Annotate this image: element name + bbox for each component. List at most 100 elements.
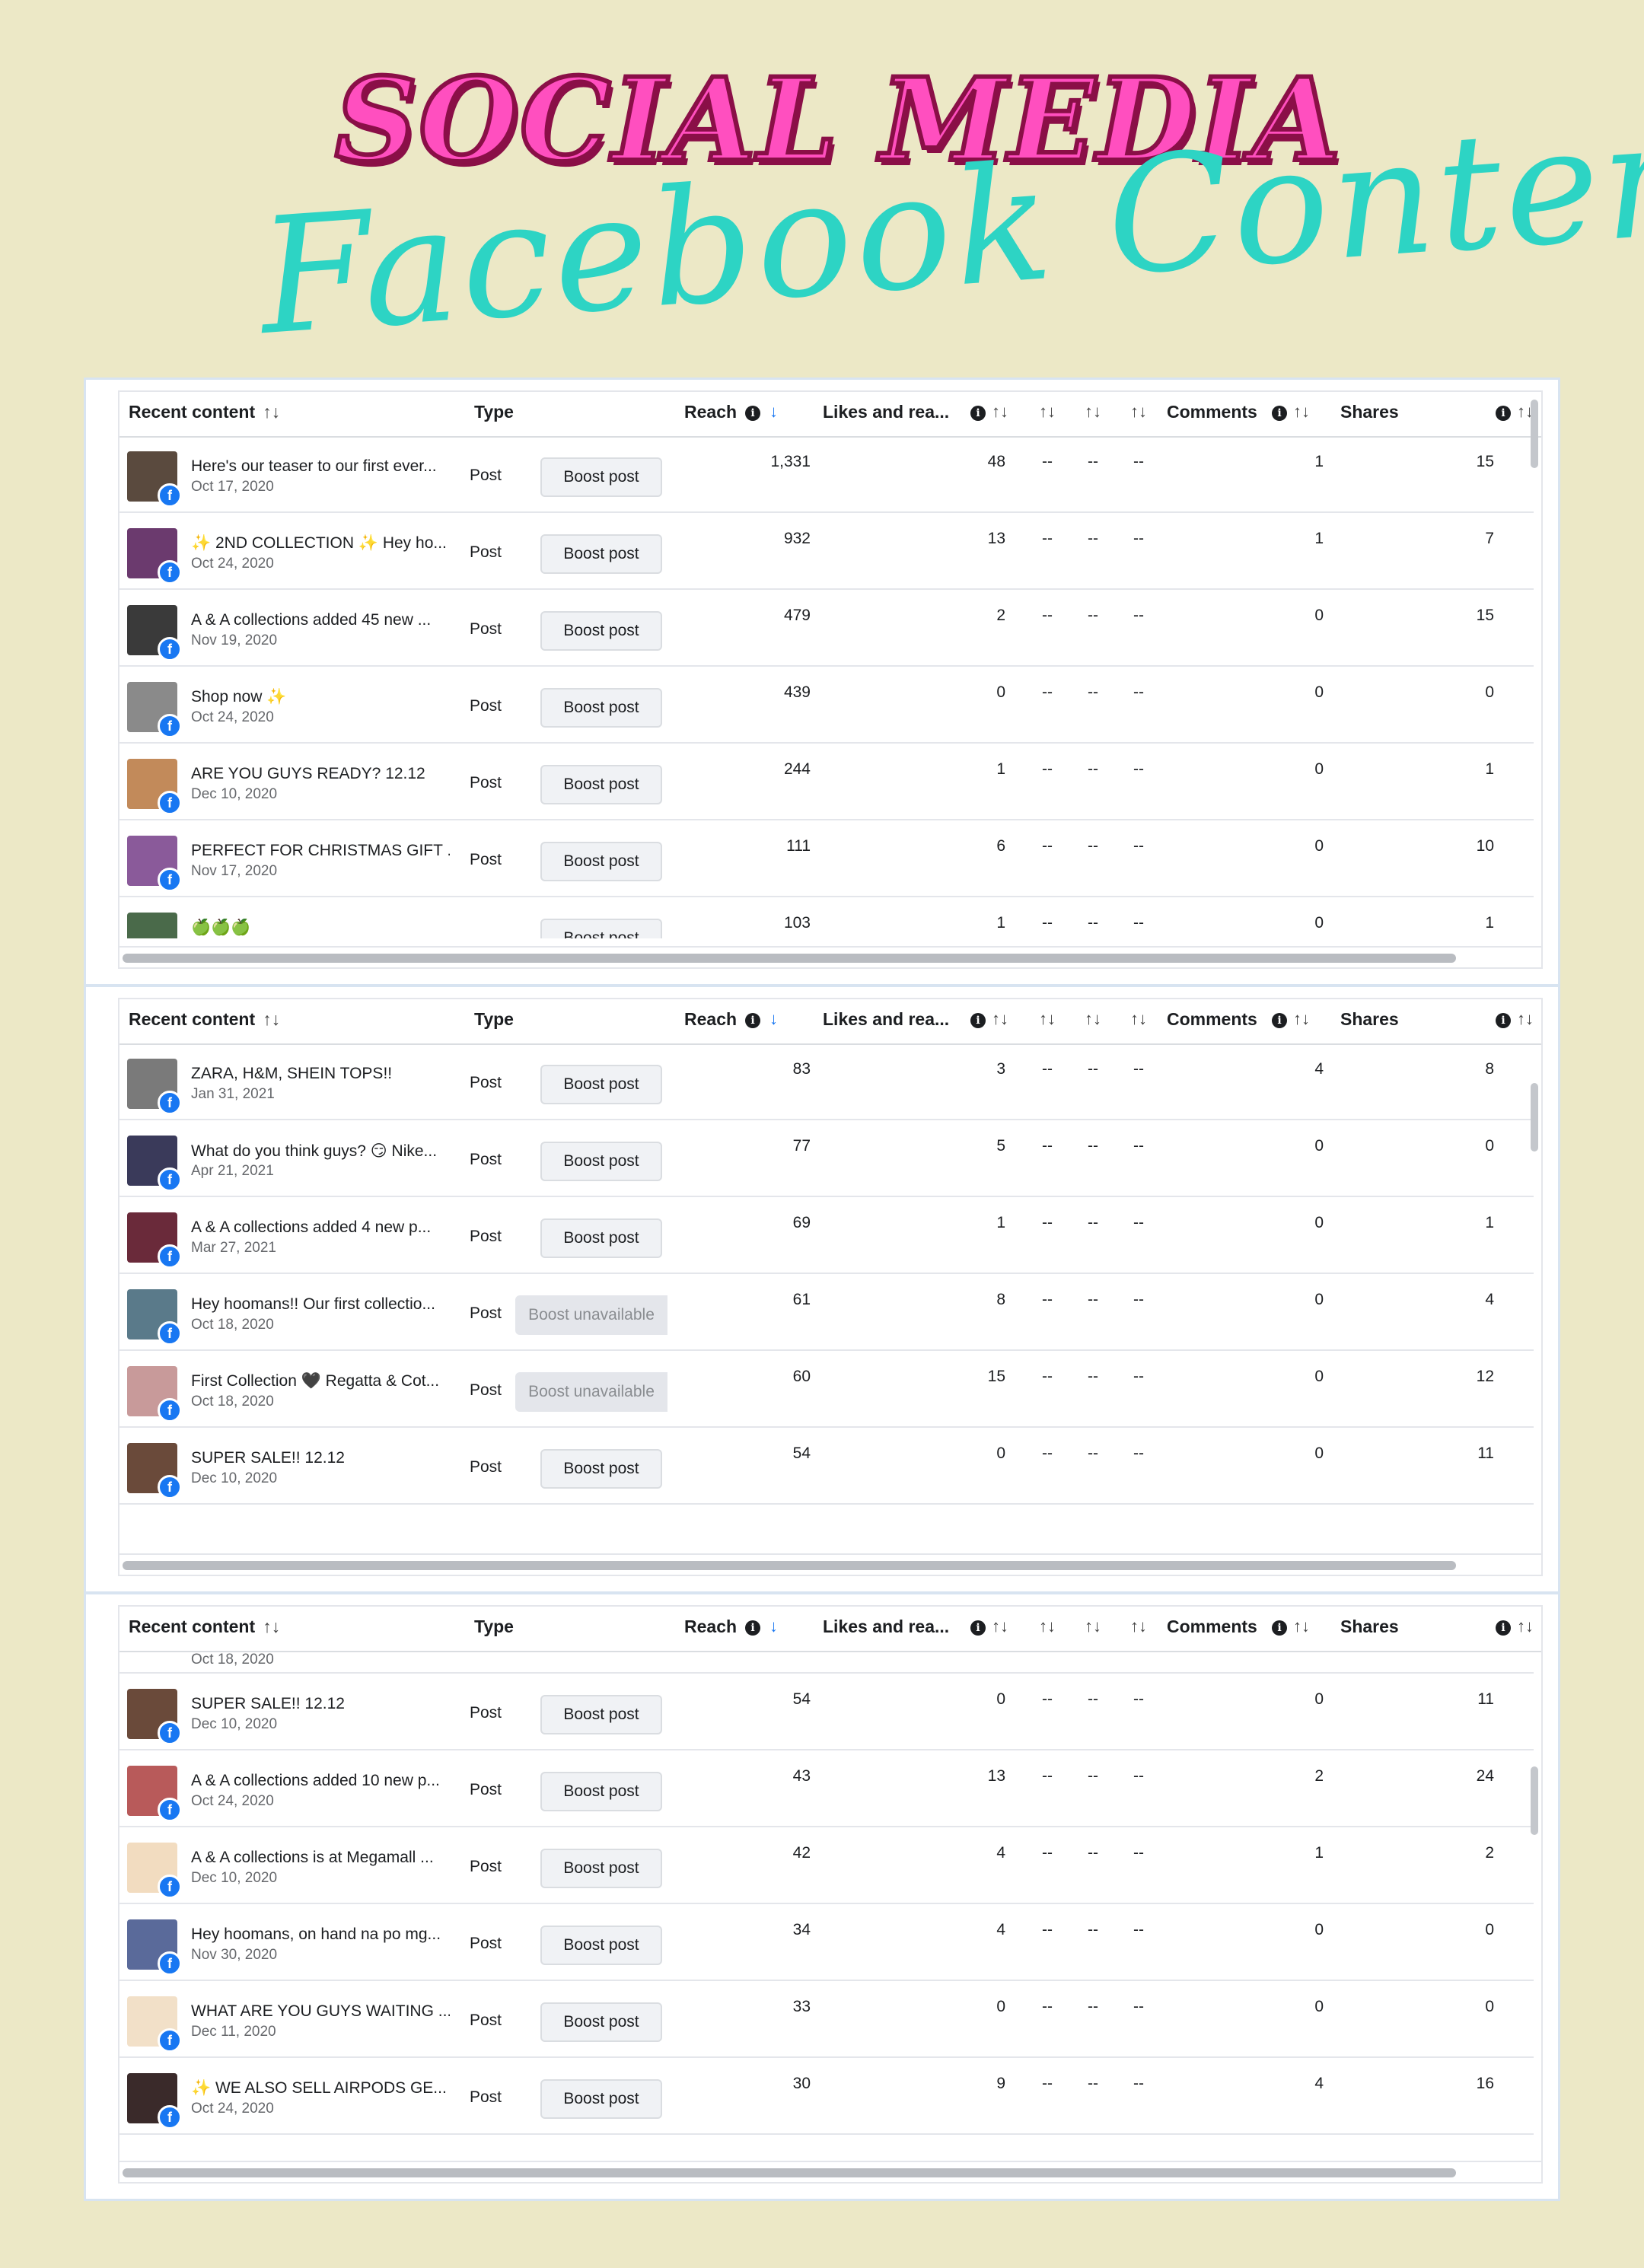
- table-row[interactable]: f SUPER SALE!! 12.12 Dec 10, 2020 Post Boost…: [119, 1674, 1534, 1750]
- sort-icon[interactable]: ↑↓: [1039, 1617, 1056, 1636]
- post-thumbnail[interactable]: f: [127, 1689, 182, 1745]
- sort-icon[interactable]: ↑↓: [1039, 1009, 1056, 1029]
- post-title[interactable]: A & A collections added 10 new p...: [191, 1772, 450, 1790]
- column-header-reach[interactable]: Reach: [684, 402, 737, 422]
- table-body[interactable]: f ZARA, H&M, SHEIN TOPS!! Jan 31, 2021 Post…: [119, 1043, 1541, 1546]
- info-icon[interactable]: i: [745, 1620, 760, 1636]
- info-icon[interactable]: i: [745, 406, 760, 421]
- sort-icon[interactable]: ↑↓: [263, 402, 280, 422]
- post-thumbnail[interactable]: f: [127, 1443, 182, 1499]
- column-header-likes[interactable]: Likes and rea...: [823, 1009, 949, 1030]
- info-icon[interactable]: i: [970, 1620, 986, 1636]
- post-title[interactable]: A & A collections is at Megamall ...: [191, 1849, 450, 1867]
- post-title[interactable]: SUPER SALE!! 12.12: [191, 1449, 450, 1467]
- boost-post-button[interactable]: Boost post: [540, 1065, 662, 1104]
- post-thumbnail[interactable]: f: [127, 605, 182, 661]
- column-header-type[interactable]: Type: [474, 402, 514, 422]
- post-title[interactable]: Here's our teaser to our first ever...: [191, 457, 450, 476]
- table-row[interactable]: f SUPER SALE!! 12.12 Dec 10, 2020 Post Boost…: [119, 1428, 1534, 1505]
- sort-icon[interactable]: ↑↓: [992, 1009, 1008, 1029]
- column-header-recent-content[interactable]: Recent content ↑↓: [129, 1009, 280, 1030]
- post-thumbnail[interactable]: f: [127, 836, 182, 892]
- table-row[interactable]: f PERFECT FOR CHRISTMAS GIFT ... Nov 17, 2…: [119, 820, 1534, 897]
- boost-post-button[interactable]: Boost post: [540, 919, 662, 938]
- sort-icon[interactable]: ↑↓: [263, 1617, 280, 1636]
- table-row[interactable]: f What do you think guys? 😏 Nike... Apr 21…: [119, 1120, 1534, 1197]
- boost-post-button[interactable]: Boost post: [540, 1218, 662, 1258]
- table-row[interactable]: f A & A collections is at Megamall ... Dec…: [119, 1827, 1534, 1904]
- column-header-comments[interactable]: Comments: [1167, 1009, 1257, 1030]
- post-title[interactable]: 🍏🍏🍏: [191, 919, 450, 937]
- table-row[interactable]: f A & A collections added 45 new ... Nov 1…: [119, 590, 1534, 667]
- table-body[interactable]: f Here's our teaser to our first ever... O…: [119, 436, 1541, 938]
- post-title[interactable]: Hey hoomans, on hand na po mg...: [191, 1926, 450, 1944]
- vertical-scrollbar[interactable]: [1531, 1766, 1538, 1835]
- boost-post-button[interactable]: Boost post: [540, 842, 662, 881]
- sort-icon[interactable]: ↑↓: [1517, 1009, 1534, 1029]
- post-title[interactable]: Shop now ✨: [191, 688, 450, 706]
- table-row[interactable]: f ✨ 2ND COLLECTION ✨ Hey ho... Oct 24, 202…: [119, 513, 1534, 590]
- info-icon[interactable]: i: [1272, 1013, 1287, 1028]
- table-row[interactable]: f Hey hoomans, on hand na po mg... Nov 30,…: [119, 1904, 1534, 1981]
- boost-post-button[interactable]: Boost post: [540, 1695, 662, 1734]
- sort-icon[interactable]: ↑↓: [1130, 1617, 1147, 1636]
- info-icon[interactable]: i: [1496, 406, 1511, 421]
- info-icon[interactable]: i: [1496, 1620, 1511, 1636]
- table-row[interactable]: Oct 18, 2020: [119, 1651, 1534, 1674]
- table-body[interactable]: Oct 18, 2020 f SUPER SALE!! 12.12 Dec 10, 2…: [119, 1651, 1541, 2153]
- sort-icon[interactable]: ↑↓: [1293, 1617, 1310, 1636]
- sort-down-icon[interactable]: ↓: [769, 1617, 778, 1636]
- post-thumbnail[interactable]: f: [127, 1843, 182, 1899]
- horizontal-scrollbar[interactable]: [119, 2161, 1541, 2182]
- post-thumbnail[interactable]: f: [127, 1136, 182, 1192]
- post-thumbnail[interactable]: f: [127, 2073, 182, 2129]
- info-icon[interactable]: i: [1272, 406, 1287, 421]
- table-row[interactable]: f Hey hoomans!! Our first collectio... Oct…: [119, 1274, 1534, 1351]
- boost-post-button[interactable]: Boost post: [540, 1142, 662, 1181]
- boost-post-button[interactable]: Boost post: [540, 2079, 662, 2119]
- table-row[interactable]: f ✨ WE ALSO SELL AIRPODS GE... Oct 24, 202…: [119, 2058, 1534, 2135]
- post-title[interactable]: ZARA, H&M, SHEIN TOPS!!: [191, 1065, 450, 1083]
- horizontal-scrollbar[interactable]: [119, 1553, 1541, 1575]
- column-header-type[interactable]: Type: [474, 1617, 514, 1637]
- scrollbar-thumb[interactable]: [123, 1561, 1456, 1570]
- boost-post-button[interactable]: Boost post: [540, 1772, 662, 1811]
- table-row[interactable]: f Here's our teaser to our first ever... O…: [119, 436, 1534, 513]
- info-icon[interactable]: i: [745, 1013, 760, 1028]
- column-header-reach[interactable]: Reach: [684, 1009, 737, 1030]
- table-row[interactable]: f Shop now ✨ Oct 24, 2020 Post Boost post 439…: [119, 667, 1534, 744]
- post-thumbnail[interactable]: f: [127, 1212, 182, 1269]
- post-title[interactable]: ARE YOU GUYS READY? 12.12: [191, 765, 450, 783]
- post-thumbnail[interactable]: f: [127, 759, 182, 815]
- post-title[interactable]: ✨ WE ALSO SELL AIRPODS GE...: [191, 2079, 450, 2098]
- column-header-comments[interactable]: Comments: [1167, 1617, 1257, 1637]
- sort-down-icon[interactable]: ↓: [769, 1009, 778, 1029]
- column-header-shares[interactable]: Shares: [1340, 402, 1399, 422]
- sort-icon[interactable]: ↑↓: [1085, 1009, 1101, 1029]
- post-thumbnail[interactable]: f: [127, 528, 182, 585]
- post-title[interactable]: First Collection 🖤 Regatta & Cot...: [191, 1372, 450, 1390]
- column-header-recent-content[interactable]: Recent content ↑↓: [129, 402, 280, 422]
- boost-post-button[interactable]: Boost post: [540, 765, 662, 804]
- table-row[interactable]: f A & A collections added 10 new p... Oct …: [119, 1750, 1534, 1827]
- sort-icon[interactable]: ↑↓: [1085, 1617, 1101, 1636]
- post-title[interactable]: SUPER SALE!! 12.12: [191, 1695, 450, 1713]
- table-row[interactable]: f ARE YOU GUYS READY? 12.12 Dec 10, 2020 Po…: [119, 744, 1534, 820]
- post-thumbnail[interactable]: f: [127, 913, 177, 938]
- info-icon[interactable]: i: [1496, 1013, 1511, 1028]
- post-title[interactable]: PERFECT FOR CHRISTMAS GIFT ...: [191, 842, 450, 860]
- scrollbar-thumb[interactable]: [123, 954, 1456, 963]
- sort-icon[interactable]: ↑↓: [992, 1617, 1008, 1636]
- info-icon[interactable]: i: [970, 406, 986, 421]
- column-header-shares[interactable]: Shares: [1340, 1009, 1399, 1030]
- sort-icon[interactable]: ↑↓: [1293, 402, 1310, 422]
- column-header-type[interactable]: Type: [474, 1009, 514, 1030]
- post-title[interactable]: A & A collections added 4 new p...: [191, 1218, 450, 1237]
- sort-icon[interactable]: ↑↓: [1130, 402, 1147, 422]
- post-thumbnail[interactable]: f: [127, 1059, 182, 1115]
- table-row[interactable]: f WHAT ARE YOU GUYS WAITING ... Dec 11, 20…: [119, 1981, 1534, 2058]
- sort-icon[interactable]: ↑↓: [263, 1009, 280, 1029]
- table-row[interactable]: f 🍏🍏🍏 Boost post 103 1 0 1 -- -- --: [119, 897, 1534, 938]
- boost-post-button[interactable]: Boost post: [540, 457, 662, 497]
- table-row[interactable]: f A & A collections added 4 new p... Mar 2…: [119, 1197, 1534, 1274]
